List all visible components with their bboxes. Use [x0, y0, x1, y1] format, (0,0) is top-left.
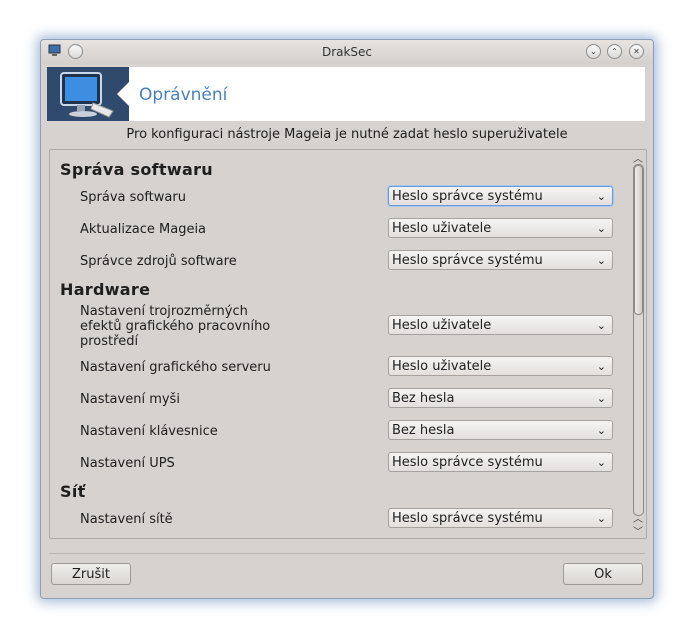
banner-pointer: [117, 82, 129, 106]
combo-software-management[interactable]: Heslo správce systému ⌄: [388, 186, 613, 206]
combo-mageia-update[interactable]: Heslo uživatele ⌄: [388, 218, 613, 238]
combo-graphics-server[interactable]: Heslo uživatele ⌄: [388, 356, 613, 376]
section-title-hardware: Hardware: [60, 280, 151, 299]
scrollbar-thumb[interactable]: [634, 165, 643, 315]
header-banner: Oprávnění: [47, 67, 645, 121]
row-label: Nastavení UPS: [80, 456, 175, 471]
title-bar[interactable]: DrakSec ⌄ ⌃ ✕: [41, 40, 653, 64]
combo-value: Heslo správce systému: [392, 189, 543, 204]
chevron-down-icon: ⌄: [596, 512, 606, 525]
scroll-up-icon[interactable]: ︿: [632, 150, 644, 165]
row-label: Nastavení klávesnice: [80, 424, 218, 439]
row-label: Aktualizace Mageia: [80, 222, 207, 237]
combo-value: Heslo správce systému: [392, 253, 543, 268]
ok-button[interactable]: Ok: [563, 563, 643, 585]
section-title-software: Správa softwaru: [60, 160, 213, 179]
scroll-down-icon[interactable]: ﹀: [632, 523, 644, 538]
chevron-down-icon: ⌄: [596, 222, 606, 235]
divider: [49, 553, 645, 554]
window-title: DrakSec: [321, 45, 373, 59]
row-label: Nastavení trojrozměrných efektů grafické…: [80, 304, 271, 349]
draksec-window: DrakSec ⌄ ⌃ ✕ Oprávnění Pro konfiguraci …: [40, 39, 654, 599]
page-title: Oprávnění: [139, 85, 228, 105]
combo-value: Bez hesla: [392, 391, 455, 406]
info-text: Pro konfiguraci nástroje Mageia je nutné…: [126, 127, 568, 142]
row-label: Nastavení myši: [80, 392, 180, 407]
combo-value: Bez hesla: [392, 423, 455, 438]
combo-network[interactable]: Heslo správce systému ⌄: [388, 508, 613, 528]
chevron-down-icon: ⌄: [596, 456, 606, 469]
combo-keyboard[interactable]: Bez hesla ⌄: [388, 420, 613, 440]
row-label: Nastavení grafického serveru: [80, 360, 271, 375]
minimize-icon[interactable]: ⌄: [586, 44, 601, 59]
section-title-network: Síť: [60, 482, 86, 501]
chevron-down-icon: ⌄: [596, 319, 606, 332]
combo-value: Heslo správce systému: [392, 455, 543, 470]
combo-value: Heslo uživatele: [392, 318, 492, 333]
chevron-down-icon: ⌄: [596, 190, 606, 203]
combo-value: Heslo správce systému: [392, 511, 543, 526]
combo-software-sources[interactable]: Heslo správce systému ⌄: [388, 250, 613, 270]
combo-ups[interactable]: Heslo správce systému ⌄: [388, 452, 613, 472]
vertical-scrollbar[interactable]: ︿ ︿ ﹀: [630, 150, 646, 538]
chevron-down-icon: ⌄: [596, 254, 606, 267]
combo-value: Heslo uživatele: [392, 359, 492, 374]
cancel-button[interactable]: Zrušit: [51, 563, 131, 585]
chevron-down-icon: ⌄: [596, 424, 606, 437]
chevron-down-icon: ⌄: [596, 392, 606, 405]
combo-value: Heslo uživatele: [392, 221, 492, 236]
row-label: Nastavení sítě: [80, 512, 173, 527]
maximize-icon[interactable]: ⌃: [607, 44, 622, 59]
chevron-down-icon: ⌄: [596, 360, 606, 373]
row-label: Správa softwaru: [80, 190, 186, 205]
scrollbar-track[interactable]: [633, 164, 644, 516]
row-label: Správce zdrojů software: [80, 254, 237, 269]
permissions-scroll-area[interactable]: Správa softwaru Správa softwaru Heslo sp…: [49, 149, 647, 539]
close-icon[interactable]: ✕: [629, 44, 644, 59]
combo-3d-effects[interactable]: Heslo uživatele ⌄: [388, 315, 613, 335]
combo-mouse[interactable]: Bez hesla ⌄: [388, 388, 613, 408]
